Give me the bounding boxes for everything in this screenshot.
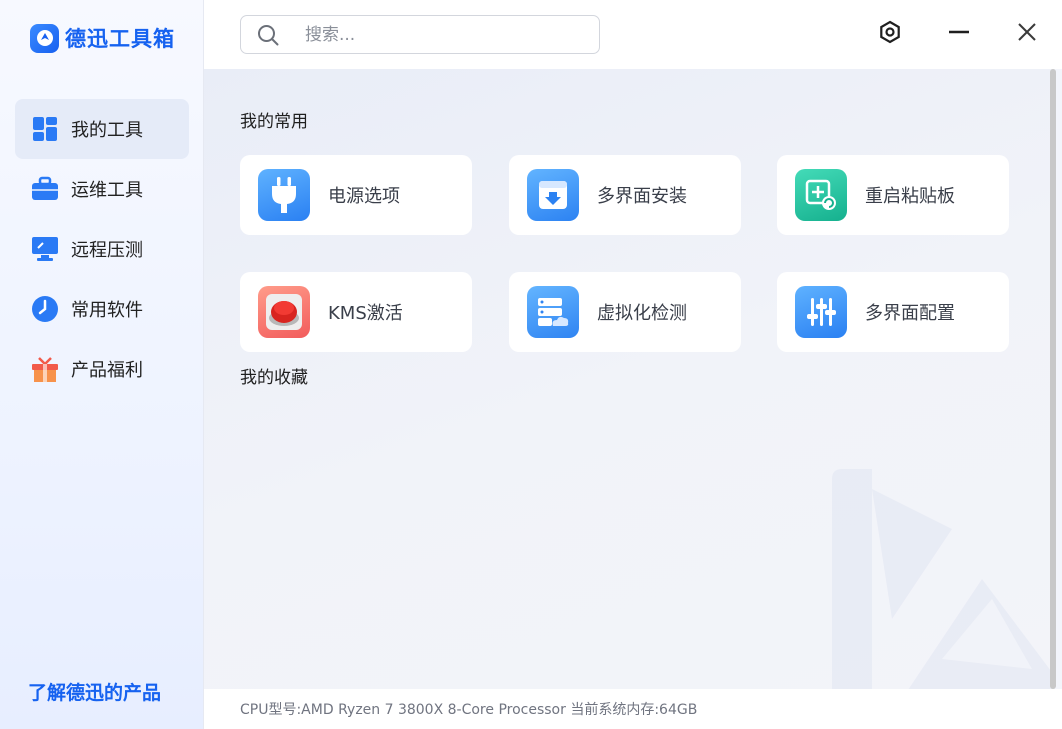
red-button-icon bbox=[258, 286, 310, 338]
search-input[interactable] bbox=[305, 24, 565, 45]
close-icon bbox=[1017, 22, 1037, 46]
sidebar-item-common-software[interactable]: 常用软件 bbox=[15, 279, 189, 339]
tool-label: KMS激活 bbox=[328, 303, 403, 324]
sidebar-item-my-tools[interactable]: 我的工具 bbox=[15, 99, 189, 159]
tool-card-kms-activate[interactable]: KMS激活 bbox=[240, 272, 472, 352]
main-content: 我的常用 电源选项 多界面安装 重启粘贴板 KMS激活 虚拟化检测 多界面配置 … bbox=[204, 69, 1054, 689]
sidebar-item-product-benefits[interactable]: 产品福利 bbox=[15, 339, 189, 399]
close-button[interactable] bbox=[1013, 20, 1041, 48]
top-bar bbox=[204, 0, 1062, 69]
clock-icon bbox=[31, 295, 59, 323]
vertical-scrollbar[interactable] bbox=[1050, 69, 1056, 689]
tool-label: 多界面配置 bbox=[865, 303, 955, 324]
tool-card-multi-ui-install[interactable]: 多界面安装 bbox=[509, 155, 741, 235]
sidebar-item-label: 常用软件 bbox=[71, 300, 143, 321]
tool-label: 虚拟化检测 bbox=[597, 303, 687, 324]
sidebar-nav: 我的工具 运维工具 远程压测 常用软件 产品福利 bbox=[15, 99, 189, 399]
learn-products-link[interactable]: 了解德迅的产品 bbox=[28, 678, 161, 705]
search-box[interactable] bbox=[240, 15, 600, 54]
grid-icon bbox=[31, 115, 59, 143]
brand-logo-icon bbox=[30, 23, 59, 53]
gift-icon bbox=[31, 355, 59, 383]
sidebar: 德迅工具箱 我的工具 运维工具 远程压测 常用软件 产品福利 了解德迅的产品 bbox=[0, 0, 204, 729]
sidebar-item-remote-test[interactable]: 远程压测 bbox=[15, 219, 189, 279]
minimize-button[interactable] bbox=[945, 20, 973, 48]
minimize-icon bbox=[948, 21, 970, 47]
sidebar-item-ops-tools[interactable]: 运维工具 bbox=[15, 159, 189, 219]
system-info-text: CPU型号:AMD Ryzen 7 3800X 8-Core Processor… bbox=[240, 702, 698, 718]
download-box-icon bbox=[527, 169, 579, 221]
clipboard-refresh-icon bbox=[795, 169, 847, 221]
monitor-icon bbox=[31, 235, 59, 263]
sidebar-item-label: 我的工具 bbox=[71, 120, 143, 141]
sliders-icon bbox=[795, 286, 847, 338]
tool-card-virtualization-check[interactable]: 虚拟化检测 bbox=[509, 272, 741, 352]
power-plug-icon bbox=[258, 169, 310, 221]
watermark-logo-icon bbox=[832, 469, 1054, 689]
tool-label: 多界面安装 bbox=[597, 186, 687, 207]
search-icon bbox=[257, 24, 279, 46]
sidebar-item-label: 运维工具 bbox=[71, 180, 143, 201]
toolbox-icon bbox=[31, 175, 59, 203]
tool-card-multi-ui-config[interactable]: 多界面配置 bbox=[777, 272, 1009, 352]
tool-card-restart-clipboard[interactable]: 重启粘贴板 bbox=[777, 155, 1009, 235]
gear-icon bbox=[878, 20, 902, 48]
settings-button[interactable] bbox=[876, 20, 904, 48]
server-cloud-icon bbox=[527, 286, 579, 338]
tool-label: 重启粘贴板 bbox=[865, 186, 955, 207]
brand: 德迅工具箱 bbox=[30, 22, 175, 54]
collection-section-title: 我的收藏 bbox=[240, 368, 308, 388]
tool-label: 电源选项 bbox=[328, 186, 400, 207]
favorites-section-title: 我的常用 bbox=[240, 112, 308, 132]
status-bar: CPU型号:AMD Ryzen 7 3800X 8-Core Processor… bbox=[204, 689, 1062, 729]
sidebar-item-label: 产品福利 bbox=[71, 360, 143, 381]
sidebar-item-label: 远程压测 bbox=[71, 240, 143, 261]
brand-name: 德迅工具箱 bbox=[65, 27, 175, 51]
tool-card-power-options[interactable]: 电源选项 bbox=[240, 155, 472, 235]
